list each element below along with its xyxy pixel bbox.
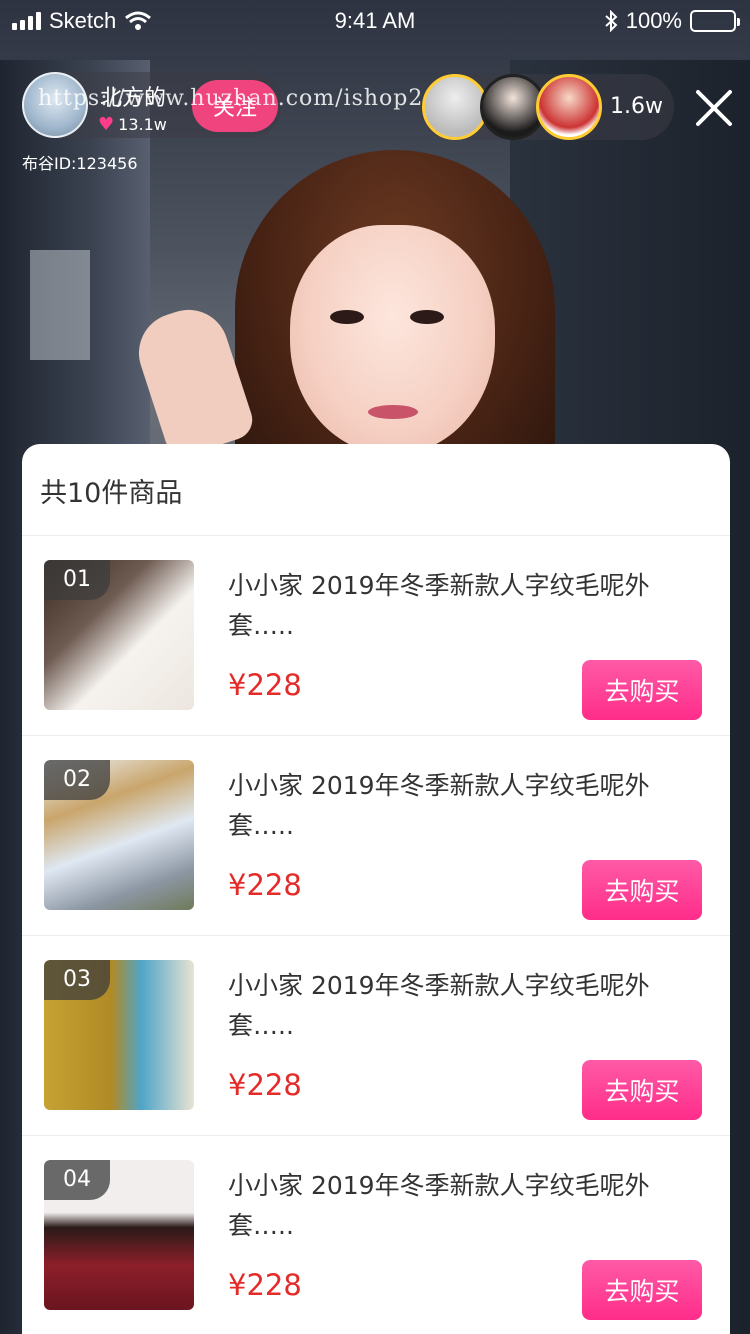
product-price: ¥228 (228, 668, 302, 702)
buy-button[interactable]: 去购买 (582, 660, 702, 720)
product-item[interactable]: 03 小小家 2019年冬季新款人字纹毛呢外套….. ¥228 去购买 (22, 936, 730, 1136)
product-name: 小小家 2019年冬季新款人字纹毛呢外套….. (228, 771, 650, 840)
bluetooth-icon (605, 10, 618, 32)
viewer-list[interactable]: 1.6w (420, 74, 674, 140)
product-thumbnail[interactable]: 04 (44, 1160, 194, 1310)
product-price: ¥228 (228, 868, 302, 902)
product-thumbnail[interactable]: 02 (44, 760, 194, 910)
viewer-avatar[interactable] (536, 74, 602, 140)
product-price: ¥228 (228, 1068, 302, 1102)
host-likes: ♥ 13.1w (98, 114, 167, 135)
product-item[interactable]: 02 小小家 2019年冬季新款人字纹毛呢外套….. ¥228 去购买 (22, 736, 730, 936)
buy-button[interactable]: 去购买 (582, 1260, 702, 1320)
product-index: 02 (44, 760, 110, 800)
host-avatar[interactable] (22, 72, 88, 138)
battery-icon (690, 10, 740, 32)
product-name: 小小家 2019年冬季新款人字纹毛呢外套….. (228, 971, 650, 1040)
status-bar: Sketch 9:41 AM 100% (0, 0, 750, 40)
close-icon[interactable] (692, 86, 736, 130)
host-id: 布谷ID:123456 (22, 154, 138, 173)
product-index: 04 (44, 1160, 110, 1200)
product-index: 01 (44, 560, 110, 600)
buy-button[interactable]: 去购买 (582, 1060, 702, 1120)
viewer-avatar[interactable] (422, 74, 488, 140)
battery-percentage: 100% (625, 8, 682, 33)
product-count-title: 共10件商品 (22, 444, 730, 536)
buy-button[interactable]: 去购买 (582, 860, 702, 920)
heart-icon: ♥ (98, 114, 115, 135)
product-index: 03 (44, 960, 110, 1000)
product-price: ¥228 (228, 1268, 302, 1302)
product-list-sheet: 共10件商品 01 小小家 2019年冬季新款人字纹毛呢外套….. ¥228 去… (22, 444, 730, 1334)
host-name: 北方的 (100, 86, 167, 111)
product-item[interactable]: 04 小小家 2019年冬季新款人字纹毛呢外套….. ¥228 去购买 (22, 1136, 730, 1334)
viewer-count: 1.6w (610, 94, 663, 119)
product-thumbnail[interactable]: 01 (44, 560, 194, 710)
product-name: 小小家 2019年冬季新款人字纹毛呢外套….. (228, 1171, 650, 1240)
follow-button[interactable]: 关注 (192, 80, 278, 132)
product-name: 小小家 2019年冬季新款人字纹毛呢外套….. (228, 571, 650, 640)
product-item[interactable]: 01 小小家 2019年冬季新款人字纹毛呢外套….. ¥228 去购买 (22, 536, 730, 736)
product-thumbnail[interactable]: 03 (44, 960, 194, 1110)
host-likes-count: 13.1w (118, 115, 167, 134)
